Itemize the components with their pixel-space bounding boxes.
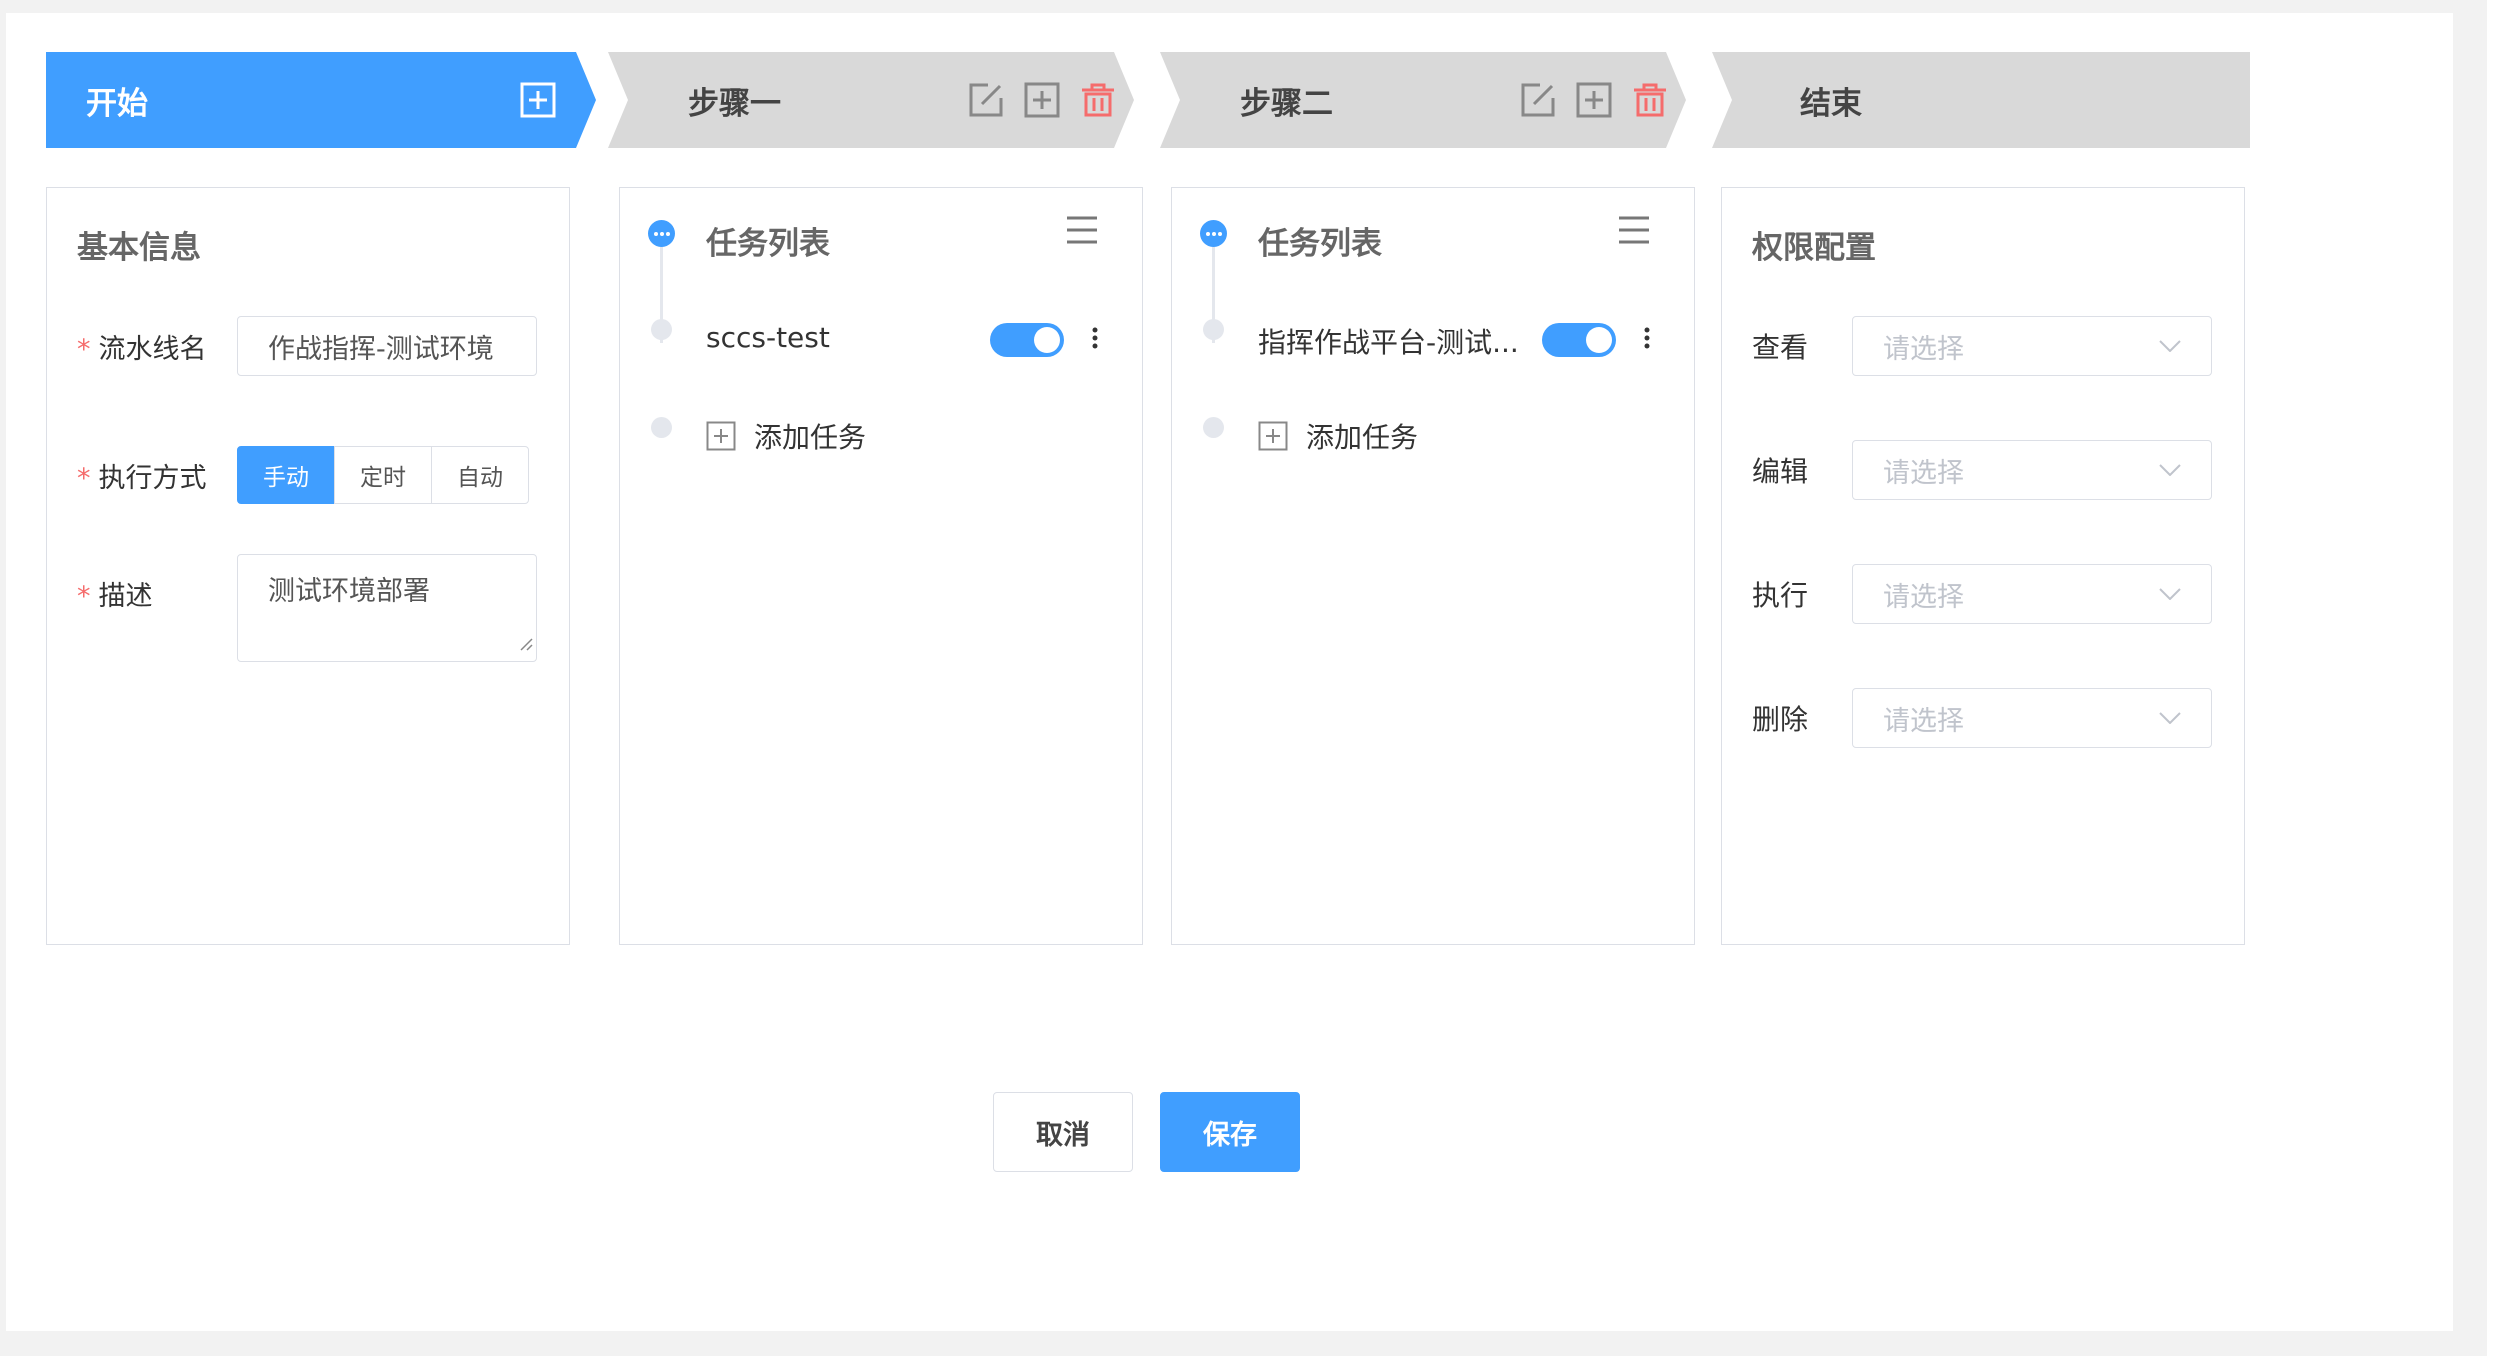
cancel-button[interactable]: 取消 (993, 1092, 1133, 1172)
add-task-button[interactable]: 添加任务 (706, 416, 866, 456)
add-task-button[interactable]: 添加任务 (1258, 416, 1418, 456)
scrollbar-track[interactable] (2487, 0, 2504, 1356)
perm-row-execute: 执行 请选择 (1752, 564, 2212, 624)
chevron-down-icon (2159, 588, 2181, 600)
task-enabled-toggle[interactable] (990, 323, 1064, 357)
select-placeholder: 请选择 (1883, 333, 1964, 365)
required-mark: * (77, 333, 91, 365)
select-placeholder: 请选择 (1883, 705, 1964, 737)
chevron-down-icon (2159, 712, 2181, 724)
menu-icon[interactable] (1618, 215, 1650, 249)
more-vertical-icon[interactable] (1092, 327, 1098, 353)
perm-label: 删除 (1752, 703, 1809, 736)
menu-icon[interactable] (1066, 215, 1098, 249)
perm-edit-select[interactable]: 请选择 (1852, 440, 2212, 500)
edit-icon[interactable] (968, 82, 1004, 118)
add-box-icon (1258, 421, 1288, 451)
exec-mode-auto[interactable]: 自动 (431, 446, 529, 504)
description-text: 测试环境部署 (268, 576, 430, 607)
more-vertical-icon[interactable] (1644, 327, 1650, 353)
form-label: * 流水线名 (77, 333, 207, 365)
panel-title: 基本信息 (77, 230, 201, 266)
step-one[interactable]: 步骤一 (608, 52, 1134, 148)
timeline-head-icon (648, 220, 675, 247)
add-box-icon[interactable] (520, 82, 556, 118)
step-end[interactable]: 结束 (1712, 52, 2250, 148)
step-label: 步骤一 (688, 85, 781, 122)
timeline-head-icon (1200, 220, 1227, 247)
perm-execute-select[interactable]: 请选择 (1852, 564, 2212, 624)
select-placeholder: 请选择 (1883, 581, 1964, 613)
toggle-knob (1034, 327, 1060, 353)
save-button[interactable]: 保存 (1160, 1092, 1300, 1172)
delete-icon[interactable] (1632, 82, 1668, 118)
step-label: 开始 (86, 85, 148, 122)
exec-mode-manual[interactable]: 手动 (237, 446, 335, 504)
form-label: * 描述 (77, 581, 153, 612)
perm-delete-select[interactable]: 请选择 (1852, 688, 2212, 748)
perm-label: 编辑 (1752, 455, 1809, 488)
perm-label: 查看 (1752, 331, 1809, 364)
permission-panel: 权限配置 查看 请选择 编辑 请选择 执行 请选择 删除 请选择 (1721, 187, 2245, 945)
add-task-label: 添加任务 (754, 421, 867, 454)
toggle-knob (1586, 327, 1612, 353)
chevron-down-icon (2159, 340, 2181, 352)
pipeline-name-input[interactable]: 作战指挥-测试环境 (237, 316, 537, 376)
timeline-dot (1203, 417, 1224, 438)
description-row: * 描述 测试环境部署 (77, 554, 537, 662)
add-box-icon[interactable] (1024, 82, 1060, 118)
pipeline-name-row: * 流水线名 作战指挥-测试环境 (77, 316, 537, 376)
task-list-panel-step-one: 任务列表 sccs-test 添加任务 (619, 187, 1143, 945)
perm-row-view: 查看 请选择 (1752, 316, 2212, 376)
task-name[interactable]: 指挥作战平台-测试... (1258, 321, 1519, 361)
step-start[interactable]: 开始 (46, 52, 596, 148)
step-label: 结束 (1800, 85, 1862, 122)
exec-mode-scheduled[interactable]: 定时 (334, 446, 432, 504)
perm-view-select[interactable]: 请选择 (1852, 316, 2212, 376)
resize-handle-icon[interactable] (517, 627, 533, 658)
add-box-icon (706, 421, 736, 451)
panel-title: 权限配置 (1752, 230, 1876, 266)
perm-row-delete: 删除 请选择 (1752, 688, 2212, 748)
description-textarea[interactable]: 测试环境部署 (237, 554, 537, 662)
exec-mode-row: * 执行方式 手动 定时 自动 (77, 446, 529, 504)
form-label: * 执行方式 (77, 462, 207, 494)
select-placeholder: 请选择 (1883, 457, 1964, 489)
required-mark: * (77, 462, 91, 494)
panel-title: 任务列表 (706, 226, 830, 262)
basic-info-panel: 基本信息 * 流水线名 作战指挥-测试环境 * 执行方式 手动 定时 自动 * 描述 … (46, 187, 570, 945)
step-label: 步骤二 (1240, 85, 1333, 122)
add-task-label: 添加任务 (1306, 421, 1419, 454)
timeline-dot (651, 319, 672, 340)
timeline-dot (1203, 319, 1224, 340)
perm-row-edit: 编辑 请选择 (1752, 440, 2212, 500)
task-list-panel-step-two: 任务列表 指挥作战平台-测试... 添加任务 (1171, 187, 1695, 945)
exec-mode-radio-group: 手动 定时 自动 (237, 446, 529, 504)
panel-title: 任务列表 (1258, 226, 1382, 262)
step-two[interactable]: 步骤二 (1160, 52, 1686, 148)
timeline-dot (651, 417, 672, 438)
required-mark: * (77, 581, 91, 612)
task-name[interactable]: sccs-test (706, 321, 830, 354)
chevron-down-icon (2159, 464, 2181, 476)
task-enabled-toggle[interactable] (1542, 323, 1616, 357)
delete-icon[interactable] (1080, 82, 1116, 118)
perm-label: 执行 (1752, 579, 1809, 612)
add-box-icon[interactable] (1576, 82, 1612, 118)
edit-icon[interactable] (1520, 82, 1556, 118)
